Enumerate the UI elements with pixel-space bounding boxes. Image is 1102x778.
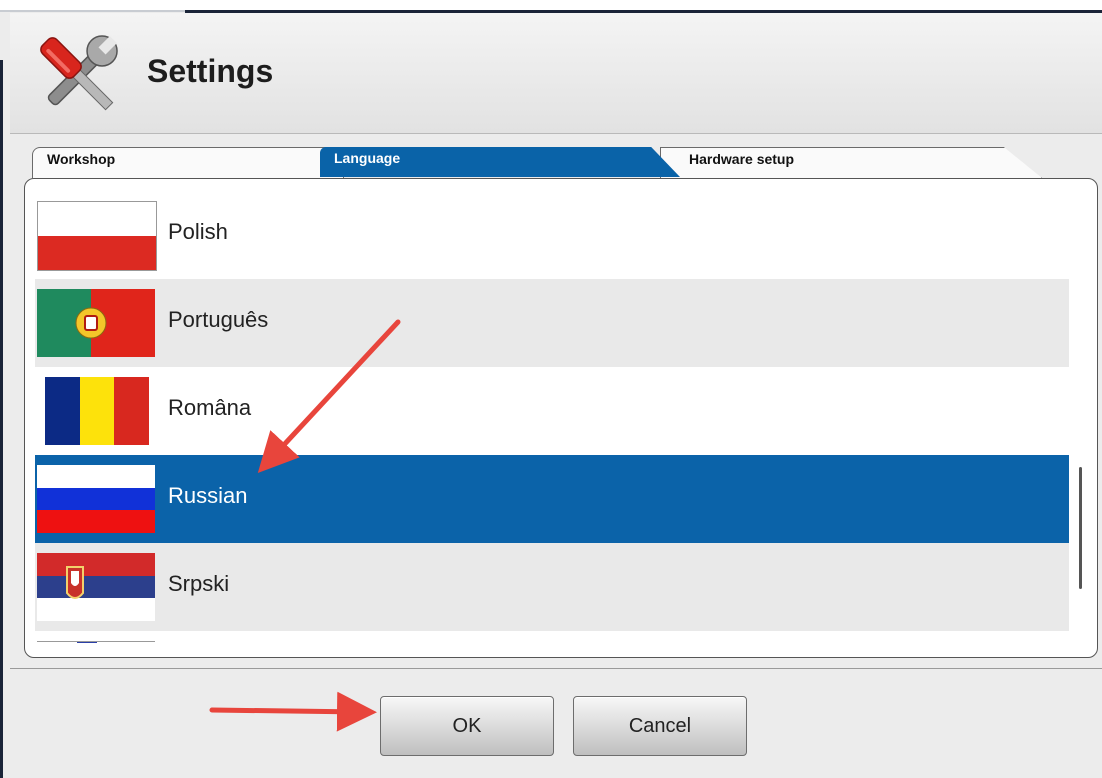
footer-separator <box>10 668 1102 669</box>
language-list-frame: Polish Português Româna Russian Srpski <box>24 178 1098 658</box>
annotation-arrow-ok <box>209 691 377 732</box>
settings-header: Settings <box>10 13 1102 134</box>
window-top-edge <box>0 0 1102 13</box>
scrollbar-thumb[interactable] <box>1079 467 1082 589</box>
language-label: Polish <box>168 219 228 244</box>
language-item-russian[interactable]: Russian <box>35 455 1069 543</box>
portugal-flag-icon <box>37 289 155 357</box>
window-left-border <box>0 60 3 778</box>
language-item-polish[interactable]: Polish <box>35 191 1069 279</box>
tab-label: Language <box>334 150 401 166</box>
language-label: Russian <box>168 483 248 508</box>
settings-window: Settings Workshop Hardware setup Languag… <box>0 0 1102 778</box>
screwdriver-wrench-icon <box>28 25 128 125</box>
list-scrollbar[interactable] <box>1073 191 1091 643</box>
tab-label: Workshop <box>47 151 116 167</box>
language-label: Srpski <box>168 571 230 596</box>
top-edge-lead <box>0 10 185 12</box>
serbia-flag-icon <box>37 553 155 621</box>
tab-workshop[interactable]: Workshop <box>32 147 344 178</box>
tab-label: Hardware setup <box>689 151 795 167</box>
language-label: Româna <box>168 395 252 420</box>
language-label: Português <box>168 307 269 332</box>
settings-tabs: Workshop Hardware setup Language <box>20 145 1050 181</box>
russia-flag-icon <box>37 465 155 533</box>
ok-button[interactable]: OK <box>380 696 554 756</box>
page-title: Settings <box>147 53 274 89</box>
language-item-romana[interactable]: Româna <box>35 367 1069 455</box>
cancel-button[interactable]: Cancel <box>573 696 747 756</box>
language-item-portugues[interactable]: Português <box>35 279 1069 367</box>
poland-flag-icon <box>37 201 157 271</box>
romania-flag-icon <box>45 377 149 445</box>
language-item-partial[interactable] <box>35 631 1069 643</box>
flag-partial-icon <box>37 641 155 643</box>
language-list[interactable]: Polish Português Româna Russian Srpski <box>35 191 1069 643</box>
language-item-srpski[interactable]: Srpski <box>35 543 1069 631</box>
tab-hardware-setup[interactable]: Hardware setup <box>660 147 1042 178</box>
tab-language[interactable]: Language <box>320 147 680 177</box>
